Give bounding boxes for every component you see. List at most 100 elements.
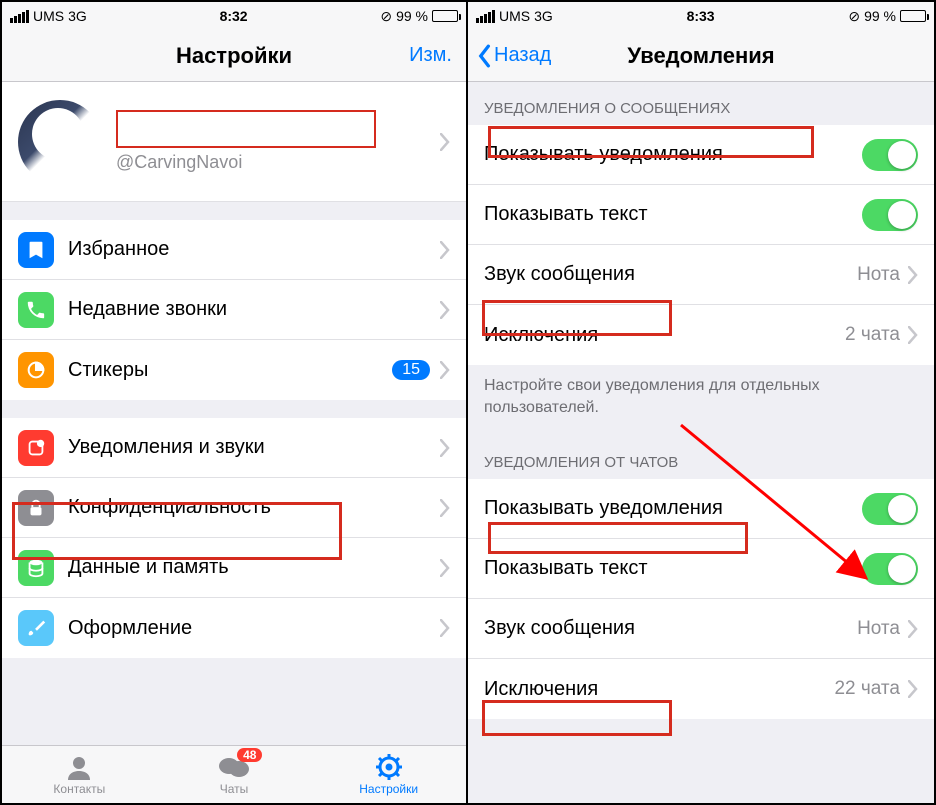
row-label: Показывать уведомления bbox=[484, 497, 862, 520]
recent-calls-row[interactable]: Недавние звонки bbox=[2, 280, 466, 340]
tab-chats[interactable]: 48 Чаты bbox=[157, 746, 312, 803]
profile-name-redacted bbox=[116, 110, 376, 148]
edit-button[interactable]: Изм. bbox=[409, 44, 452, 67]
row-detail: Нота bbox=[857, 264, 900, 286]
signal-icon bbox=[10, 10, 29, 23]
signal-icon bbox=[476, 10, 495, 23]
row-label: Показывать текст bbox=[484, 557, 862, 580]
back-label: Назад bbox=[494, 44, 551, 67]
back-button[interactable]: Назад bbox=[476, 44, 551, 68]
chevron-right-icon bbox=[908, 266, 918, 284]
chevron-right-icon bbox=[440, 439, 450, 457]
orientation-lock-icon: ⊘ bbox=[848, 8, 860, 25]
tab-bar: Контакты 48 Чаты Настройки bbox=[2, 745, 466, 803]
row-label: Уведомления и звуки bbox=[68, 436, 440, 459]
section-header-chats: УВЕДОМЛЕНИЯ ОТ ЧАТОВ bbox=[468, 436, 934, 479]
network-label: 3G bbox=[68, 8, 87, 24]
tab-settings[interactable]: Настройки bbox=[311, 746, 466, 803]
clock: 8:32 bbox=[220, 8, 248, 24]
battery-icon bbox=[900, 10, 926, 22]
chevron-left-icon bbox=[476, 44, 492, 68]
page-title: Уведомления bbox=[627, 43, 774, 69]
stickers-badge: 15 bbox=[392, 360, 430, 380]
network-label: 3G bbox=[534, 8, 553, 24]
chevron-right-icon bbox=[440, 241, 450, 259]
notification-icon bbox=[18, 430, 54, 466]
chevron-right-icon bbox=[908, 680, 918, 698]
row-label: Показывать текст bbox=[484, 203, 862, 226]
stickers-row[interactable]: Стикеры 15 bbox=[2, 340, 466, 400]
privacy-row[interactable]: Конфиденциальность bbox=[2, 478, 466, 538]
chevron-right-icon bbox=[440, 301, 450, 319]
show-notifications-row[interactable]: Показывать уведомления bbox=[468, 125, 934, 185]
gear-icon bbox=[374, 753, 404, 781]
navbar: Назад Уведомления bbox=[468, 30, 934, 82]
tab-label: Настройки bbox=[359, 782, 418, 796]
row-label: Показывать уведомления bbox=[484, 143, 862, 166]
sticker-icon bbox=[18, 352, 54, 388]
row-label: Звук сообщения bbox=[484, 617, 857, 640]
person-icon bbox=[64, 753, 94, 781]
show-notifications-chats-row[interactable]: Показывать уведомления bbox=[468, 479, 934, 539]
chats-badge: 48 bbox=[237, 748, 262, 762]
database-icon bbox=[18, 550, 54, 586]
row-detail: 2 чата bbox=[845, 324, 900, 346]
battery-label: 99 % bbox=[864, 8, 896, 24]
avatar bbox=[18, 100, 102, 184]
chevron-right-icon bbox=[440, 499, 450, 517]
toggle-switch[interactable] bbox=[862, 139, 918, 171]
brush-icon bbox=[18, 610, 54, 646]
message-sound-row[interactable]: Звук сообщения Нота bbox=[468, 245, 934, 305]
row-label: Оформление bbox=[68, 617, 440, 640]
show-text-row[interactable]: Показывать текст bbox=[468, 185, 934, 245]
toggle-switch[interactable] bbox=[862, 553, 918, 585]
row-label: Недавние звонки bbox=[68, 298, 440, 321]
carrier-label: UMS bbox=[499, 8, 530, 24]
chevron-right-icon bbox=[440, 133, 450, 151]
appearance-row[interactable]: Оформление bbox=[2, 598, 466, 658]
chevron-right-icon bbox=[908, 326, 918, 344]
row-label: Избранное bbox=[68, 238, 440, 261]
chevron-right-icon bbox=[440, 619, 450, 637]
lock-icon bbox=[18, 490, 54, 526]
row-label: Конфиденциальность bbox=[68, 496, 440, 519]
row-label: Исключения bbox=[484, 678, 834, 701]
chevron-right-icon bbox=[908, 620, 918, 638]
exceptions-row[interactable]: Исключения 2 чата bbox=[468, 305, 934, 365]
clock: 8:33 bbox=[687, 8, 715, 24]
chat-sound-row[interactable]: Звук сообщения Нота bbox=[468, 599, 934, 659]
page-title: Настройки bbox=[176, 43, 292, 69]
profile-row[interactable]: @CarvingNavoi bbox=[2, 82, 466, 202]
tab-contacts[interactable]: Контакты bbox=[2, 746, 157, 803]
section-header-messages: УВЕДОМЛЕНИЯ О СООБЩЕНИЯХ bbox=[468, 82, 934, 125]
row-detail: 22 чата bbox=[834, 678, 900, 700]
settings-screen: UMS 3G 8:32 ⊘ 99 % Настройки Изм. @Carvi… bbox=[2, 2, 468, 803]
row-label: Данные и память bbox=[68, 556, 440, 579]
status-bar: UMS 3G 8:32 ⊘ 99 % bbox=[2, 2, 466, 30]
notifications-screen: UMS 3G 8:33 ⊘ 99 % Назад Уведомления УВЕ… bbox=[468, 2, 934, 803]
show-text-chats-row[interactable]: Показывать текст bbox=[468, 539, 934, 599]
phone-icon bbox=[18, 292, 54, 328]
bookmark-icon bbox=[18, 232, 54, 268]
favorites-row[interactable]: Избранное bbox=[2, 220, 466, 280]
row-label: Звук сообщения bbox=[484, 263, 857, 286]
chat-exceptions-row[interactable]: Исключения 22 чата bbox=[468, 659, 934, 719]
battery-label: 99 % bbox=[396, 8, 428, 24]
profile-username: @CarvingNavoi bbox=[116, 152, 440, 173]
data-storage-row[interactable]: Данные и память bbox=[2, 538, 466, 598]
chevron-right-icon bbox=[440, 559, 450, 577]
battery-icon bbox=[432, 10, 458, 22]
status-bar: UMS 3G 8:33 ⊘ 99 % bbox=[468, 2, 934, 30]
toggle-switch[interactable] bbox=[862, 199, 918, 231]
row-label: Стикеры bbox=[68, 359, 392, 382]
row-detail: Нота bbox=[857, 618, 900, 640]
orientation-lock-icon: ⊘ bbox=[380, 8, 392, 25]
section-footer: Настройте свои уведомления для отдельных… bbox=[468, 365, 934, 436]
carrier-label: UMS bbox=[33, 8, 64, 24]
notifications-sounds-row[interactable]: Уведомления и звуки bbox=[2, 418, 466, 478]
tab-label: Контакты bbox=[53, 782, 105, 796]
row-label: Исключения bbox=[484, 324, 845, 347]
navbar: Настройки Изм. bbox=[2, 30, 466, 82]
toggle-switch[interactable] bbox=[862, 493, 918, 525]
tab-label: Чаты bbox=[220, 782, 249, 796]
